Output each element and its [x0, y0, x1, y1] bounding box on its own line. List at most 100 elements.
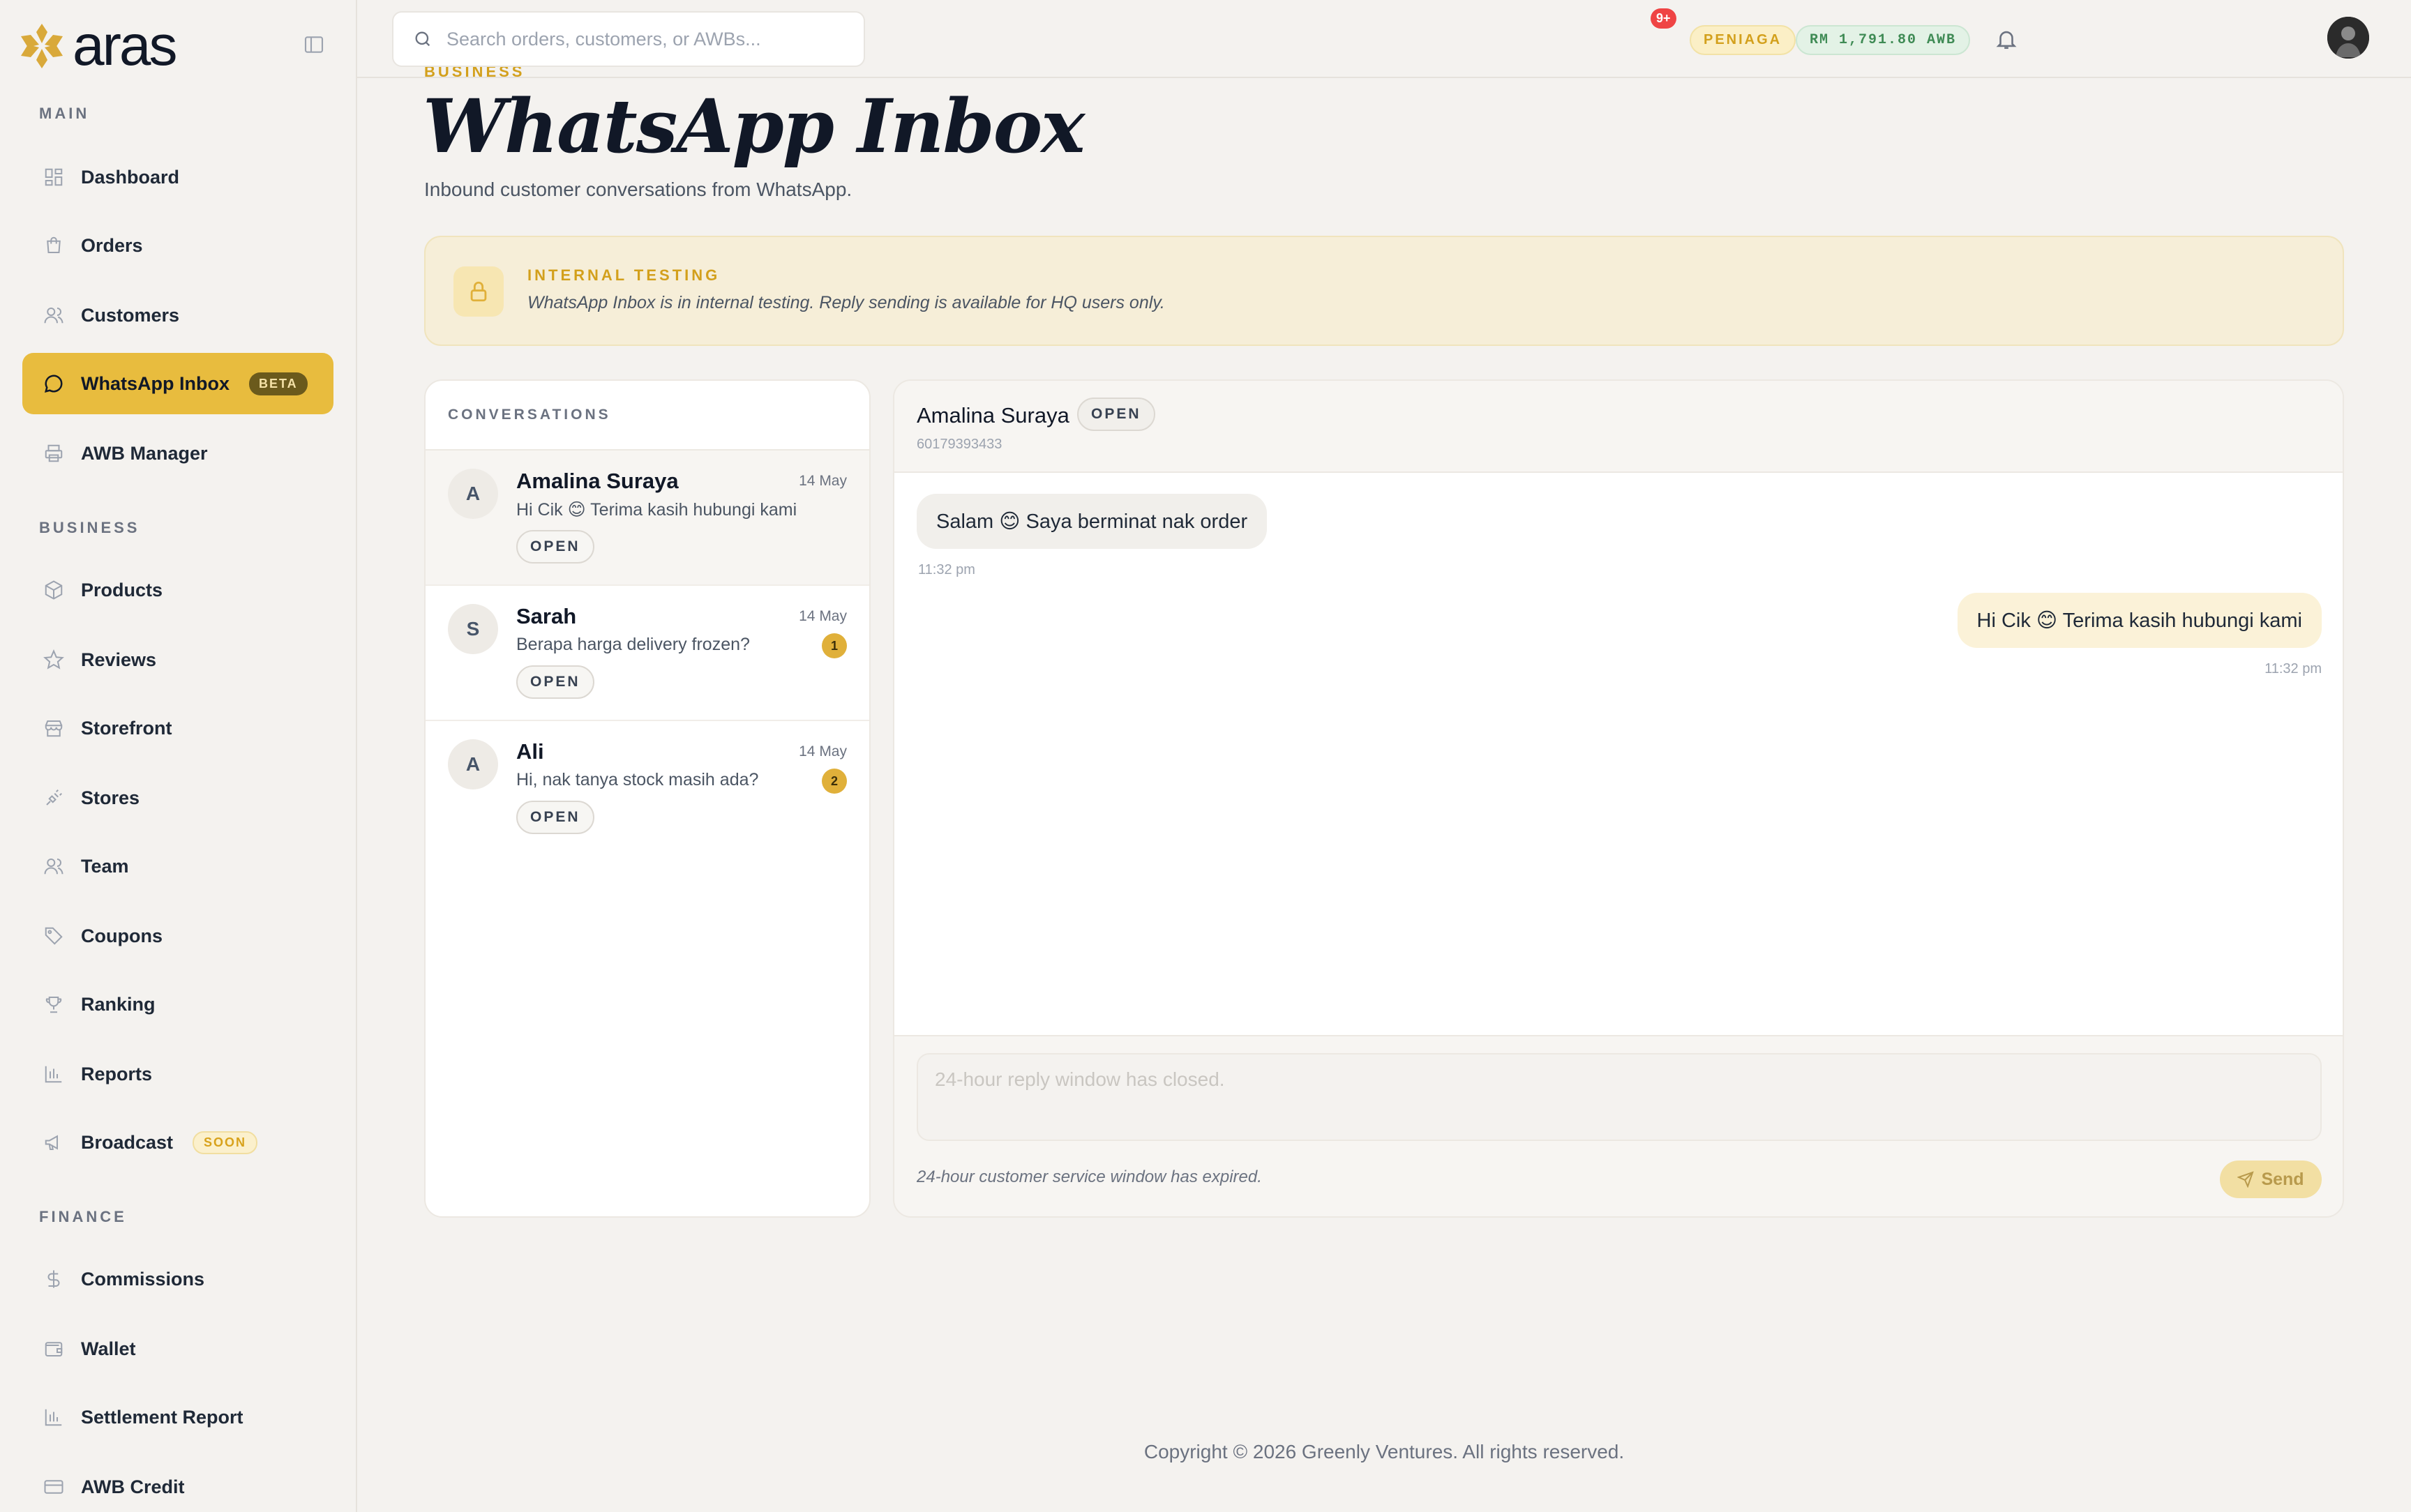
conversation-item[interactable]: A Amalina Suraya 14 May Hi Cik 😊 Terima … — [426, 451, 869, 586]
sidebar-item-customers[interactable]: Customers — [22, 285, 333, 346]
sidebar-item-label: Stores — [81, 787, 140, 808]
printer-icon — [42, 441, 66, 465]
sidebar-item-reviews[interactable]: Reviews — [22, 629, 333, 690]
conversation-preview: Hi Cik 😊 Terima kasih hubungi kami — [516, 500, 797, 520]
star-icon — [42, 648, 66, 672]
sidebar-item-whatsapp-inbox[interactable]: WhatsApp Inbox BETA — [22, 353, 333, 414]
shopping-bag-icon — [42, 234, 66, 257]
page-title: WhatsApp Inbox — [423, 82, 1085, 169]
bar-chart-icon — [42, 1062, 66, 1086]
sidebar-item-orders[interactable]: Orders — [22, 215, 333, 276]
page-subtitle: Inbound customer conversations from What… — [424, 179, 853, 200]
sidebar-item-awb-manager[interactable]: AWB Manager — [22, 423, 333, 484]
store-icon — [42, 716, 66, 740]
message-time: 11:32 pm — [918, 562, 975, 577]
trophy-icon — [42, 992, 66, 1016]
chat-panel: Amalina Suraya OPEN 60179393433 Salam 😊 … — [893, 379, 2344, 1218]
bell-icon — [1996, 31, 2017, 50]
conversation-name: Ali — [516, 739, 544, 764]
search-box[interactable] — [392, 11, 865, 67]
breadcrumb: BUSINESS — [424, 67, 525, 80]
team-icon — [42, 854, 66, 878]
sidebar-item-stores[interactable]: Stores — [22, 767, 333, 829]
sidebar-item-ranking[interactable]: Ranking — [22, 974, 333, 1035]
unread-count-badge: 1 — [822, 633, 847, 658]
wallet-icon — [42, 1337, 66, 1361]
status-badge: OPEN — [1077, 398, 1155, 431]
sidebar-item-label: AWB Credit — [81, 1476, 185, 1497]
status-badge: OPEN — [516, 801, 594, 834]
tag-icon — [42, 924, 66, 948]
conversation-item[interactable]: A Ali 14 May Hi, nak tanya stock masih a… — [426, 721, 869, 856]
chat-contact-phone: 60179393433 — [917, 437, 1002, 452]
sidebar-item-awb-credit[interactable]: AWB Credit — [22, 1456, 333, 1512]
banner-title: INTERNAL TESTING — [527, 266, 721, 284]
sidebar-item-coupons[interactable]: Coupons — [22, 905, 333, 967]
brand-name: aras — [73, 14, 178, 77]
sidebar-toggle-button[interactable] — [300, 31, 328, 59]
chat-header: Amalina Suraya OPEN 60179393433 — [894, 381, 2343, 473]
avatar: A — [448, 469, 498, 519]
sidebar-item-team[interactable]: Team — [22, 836, 333, 897]
notifications-button[interactable] — [1991, 24, 2022, 54]
send-button[interactable]: Send — [2220, 1161, 2322, 1198]
avatar: A — [448, 739, 498, 789]
outgoing-message: Hi Cik 😊 Terima kasih hubungi kami — [1957, 593, 2322, 648]
sidebar-item-commissions[interactable]: Commissions — [22, 1248, 333, 1310]
sidebar-item-storefront[interactable]: Storefront — [22, 697, 333, 759]
dollar-icon — [42, 1267, 66, 1291]
lock-icon — [453, 266, 504, 317]
section-label-main: MAIN — [39, 105, 90, 122]
conversation-date: 14 May — [799, 743, 847, 759]
sidebar-item-broadcast[interactable]: Broadcast SOON — [22, 1112, 333, 1173]
brand-logo[interactable]: aras — [20, 14, 178, 77]
sidebar-item-reports[interactable]: Reports — [22, 1043, 333, 1105]
status-badge: OPEN — [516, 530, 594, 564]
section-label-business: BUSINESS — [39, 519, 140, 536]
sidebar-item-label: Customers — [81, 304, 180, 326]
bar-chart-icon — [42, 1405, 66, 1429]
sidebar-item-products[interactable]: Products — [22, 559, 333, 621]
sidebar-item-wallet[interactable]: Wallet — [22, 1318, 333, 1379]
awb-balance-badge[interactable]: RM 1,791.80 AWB — [1796, 25, 1971, 55]
logo-mark-icon — [21, 24, 63, 68]
chat-contact-name: Amalina Suraya — [917, 403, 1069, 428]
conversation-name: Sarah — [516, 604, 577, 628]
sidebar-item-label: Dashboard — [81, 166, 180, 188]
reply-input[interactable] — [935, 1068, 2304, 1126]
message-time: 11:32 pm — [2264, 661, 2322, 676]
conversation-preview: Berapa harga delivery frozen? — [516, 635, 750, 654]
conversations-header: CONVERSATIONS — [426, 381, 869, 451]
conversation-date: 14 May — [799, 473, 847, 489]
conversations-panel: CONVERSATIONS A Amalina Suraya 14 May Hi… — [424, 379, 871, 1218]
sidebar-item-label: Settlement Report — [81, 1406, 243, 1428]
search-input[interactable] — [446, 28, 837, 50]
conversation-preview: Hi, nak tanya stock masih ada? — [516, 770, 759, 789]
message-circle-icon — [42, 372, 66, 395]
sidebar-item-label: Reviews — [81, 649, 157, 670]
banner-text: WhatsApp Inbox is in internal testing. R… — [527, 293, 1165, 312]
sidebar-item-label: Team — [81, 855, 129, 877]
plug-icon — [42, 786, 66, 810]
send-icon — [2237, 1171, 2255, 1188]
send-button-label: Send — [2261, 1169, 2304, 1189]
reply-box — [917, 1053, 2322, 1141]
sidebar-panel-icon — [304, 36, 324, 53]
sidebar-item-label: AWB Manager — [81, 442, 208, 464]
sidebar-item-dashboard[interactable]: Dashboard — [22, 146, 333, 208]
dashboard-icon — [42, 165, 66, 189]
sidebar-item-label: Orders — [81, 234, 143, 256]
sidebar-item-label: Storefront — [81, 717, 172, 739]
credit-card-icon — [42, 1475, 66, 1499]
sidebar-item-label: Reports — [81, 1063, 153, 1084]
sidebar-item-settlement-report[interactable]: Settlement Report — [22, 1386, 333, 1448]
users-icon — [42, 303, 66, 327]
conversation-item[interactable]: S Sarah 14 May Berapa harga delivery fro… — [426, 586, 869, 721]
conversation-name: Amalina Suraya — [516, 469, 679, 493]
sidebar-item-label: Products — [81, 579, 163, 600]
user-avatar[interactable] — [2327, 17, 2369, 59]
search-icon — [415, 31, 430, 47]
box-icon — [42, 578, 66, 602]
message-list[interactable]: Salam 😊 Saya berminat nak order 11:32 pm… — [894, 473, 2343, 1036]
avatar: S — [448, 604, 498, 654]
